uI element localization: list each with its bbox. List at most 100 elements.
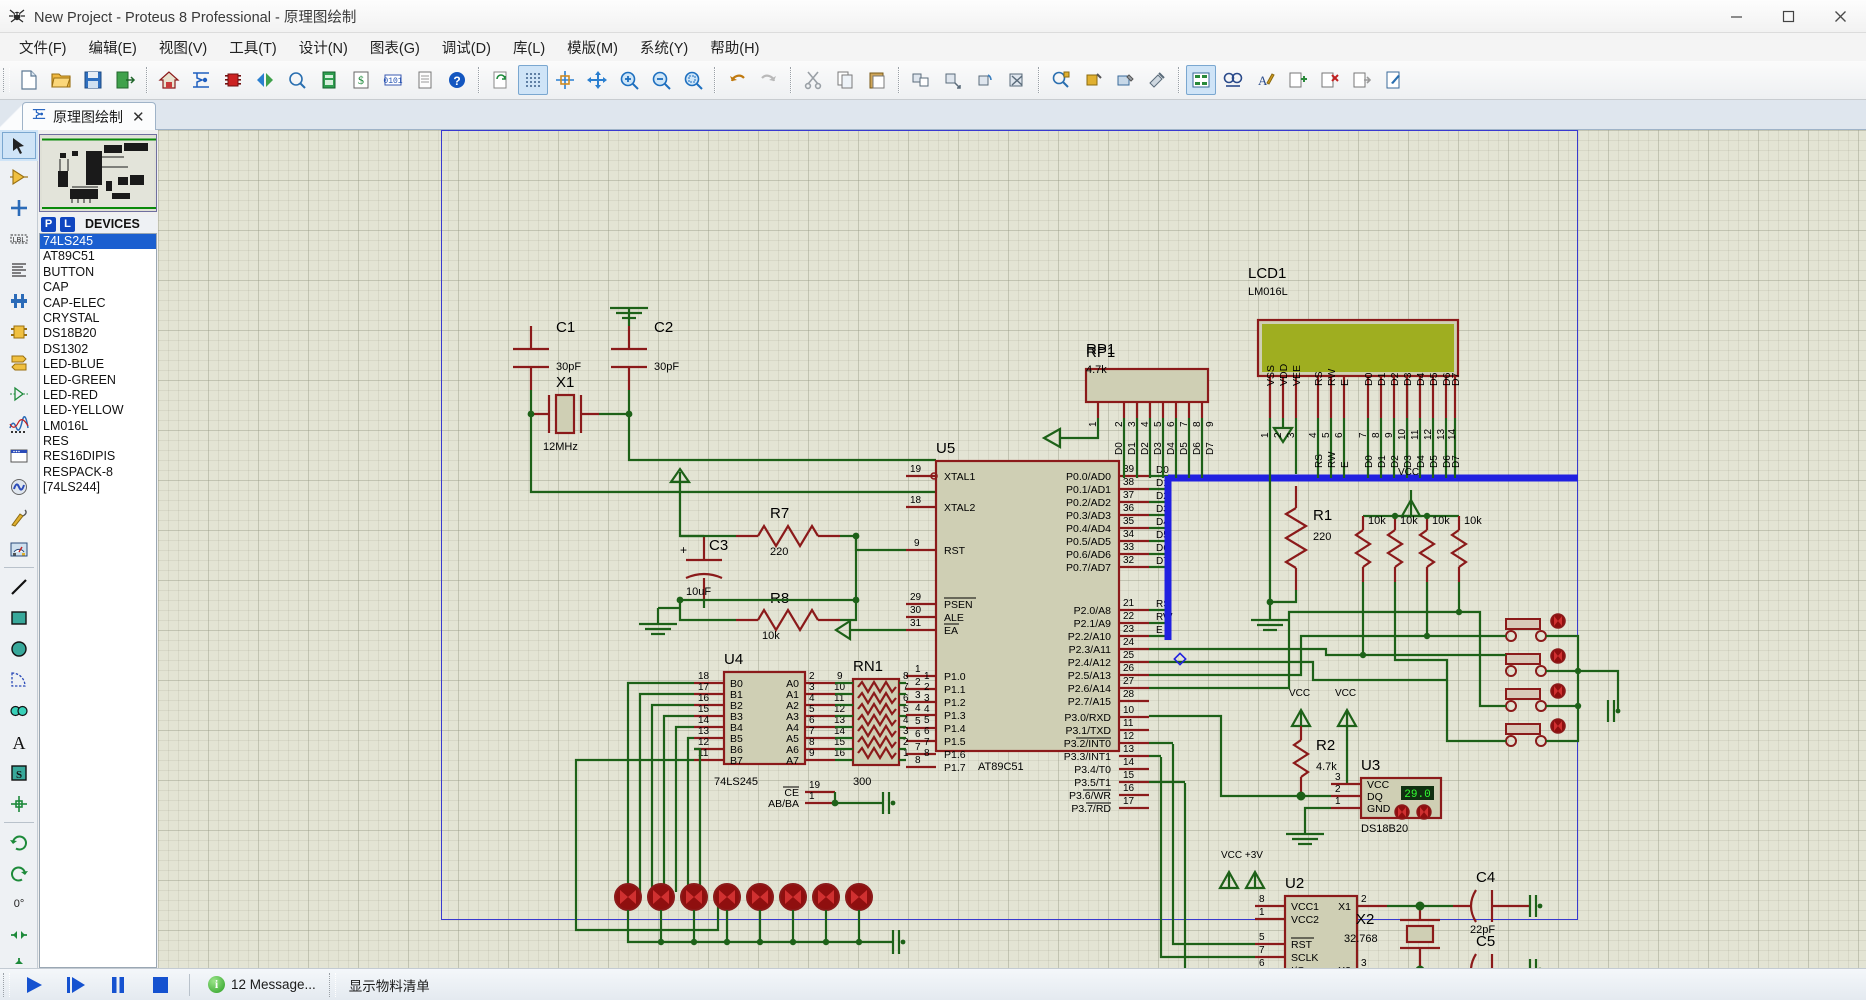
list-item[interactable]: DS18B20 bbox=[40, 326, 156, 341]
list-item[interactable]: LM016L bbox=[40, 419, 156, 434]
virtual-instruments-mode-icon[interactable] bbox=[0, 533, 38, 564]
design-notes-icon[interactable] bbox=[1378, 65, 1408, 95]
save-icon[interactable] bbox=[78, 65, 108, 95]
rotate-anticlockwise-icon[interactable] bbox=[0, 826, 38, 857]
pan-icon[interactable] bbox=[582, 65, 612, 95]
tab-schematic-capture[interactable]: 原理图绘制 ✕ bbox=[22, 102, 156, 130]
play-button[interactable] bbox=[13, 969, 55, 1000]
list-item[interactable]: LED-RED bbox=[40, 388, 156, 403]
toggle-grid-icon[interactable] bbox=[518, 65, 548, 95]
3d-view-icon[interactable] bbox=[250, 65, 280, 95]
list-item[interactable]: [74LS244] bbox=[40, 480, 156, 495]
schematic-capture-icon[interactable] bbox=[186, 65, 216, 95]
line-tool-icon[interactable] bbox=[0, 571, 38, 602]
electrical-rules-check-icon[interactable]: 0101 bbox=[378, 65, 408, 95]
tape-recorder-mode-icon[interactable] bbox=[0, 440, 38, 471]
devices-list[interactable]: 74LS245 AT89C51 BUTTON CAP CAP-ELEC CRYS… bbox=[39, 233, 157, 968]
maximize-button[interactable] bbox=[1762, 0, 1814, 33]
new-sheet-icon[interactable] bbox=[1282, 65, 1312, 95]
search-tag-icon[interactable] bbox=[1218, 65, 1248, 95]
selection-mode-icon[interactable] bbox=[0, 130, 38, 161]
undo-icon[interactable] bbox=[722, 65, 752, 95]
make-device-icon[interactable] bbox=[1078, 65, 1108, 95]
schematic-canvas[interactable]: .w { stroke:#1d6118; stroke-width:2.2; f… bbox=[158, 130, 1866, 968]
list-item[interactable]: 74LS245 bbox=[40, 234, 156, 250]
zoom-out-icon[interactable] bbox=[646, 65, 676, 95]
block-copy-icon[interactable] bbox=[906, 65, 936, 95]
menu-design[interactable]: 设计(N) bbox=[288, 34, 359, 61]
menu-library[interactable]: 库(L) bbox=[502, 34, 556, 61]
terminals-mode-icon[interactable] bbox=[0, 347, 38, 378]
close-button[interactable] bbox=[1814, 0, 1866, 33]
statusbar-gripper[interactable] bbox=[3, 972, 10, 997]
vsm-studio-icon[interactable] bbox=[314, 65, 344, 95]
menu-help[interactable]: 帮助(H) bbox=[699, 34, 770, 61]
block-rotate-icon[interactable] bbox=[970, 65, 1000, 95]
graph-mode-icon[interactable] bbox=[0, 409, 38, 440]
toolbar-gripper[interactable] bbox=[3, 68, 10, 92]
message-status[interactable]: i 12 Message... bbox=[198, 969, 326, 1000]
text-tool-icon[interactable]: A bbox=[0, 726, 38, 757]
step-button[interactable] bbox=[55, 969, 97, 1000]
exit-sheet-icon[interactable] bbox=[1346, 65, 1376, 95]
list-item[interactable]: LED-BLUE bbox=[40, 357, 156, 372]
subcircuit-mode-icon[interactable] bbox=[0, 316, 38, 347]
list-item[interactable]: CAP bbox=[40, 280, 156, 295]
wire-label-mode-icon[interactable]: LBL bbox=[0, 223, 38, 254]
rotation-angle-label[interactable]: 0° bbox=[0, 888, 38, 919]
netlist-report-icon[interactable] bbox=[410, 65, 440, 95]
junction-dot-mode-icon[interactable] bbox=[0, 192, 38, 223]
copy-icon[interactable] bbox=[830, 65, 860, 95]
paste-icon[interactable] bbox=[862, 65, 892, 95]
statusbar-gripper-2[interactable] bbox=[328, 972, 336, 997]
pick-from-libraries-icon[interactable]: P bbox=[41, 216, 56, 232]
list-item[interactable]: RESPACK-8 bbox=[40, 465, 156, 480]
menu-debug[interactable]: 调试(D) bbox=[431, 34, 502, 61]
marker-tool-icon[interactable] bbox=[0, 788, 38, 819]
close-icon[interactable]: ✕ bbox=[130, 108, 147, 126]
new-file-icon[interactable] bbox=[14, 65, 44, 95]
arc-tool-icon[interactable] bbox=[0, 664, 38, 695]
menu-view[interactable]: 视图(V) bbox=[148, 34, 218, 61]
device-pins-mode-icon[interactable] bbox=[0, 378, 38, 409]
decompose-icon[interactable] bbox=[1142, 65, 1172, 95]
generator-mode-icon[interactable] bbox=[0, 471, 38, 502]
list-item[interactable]: RES16DIPIS bbox=[40, 449, 156, 464]
menu-edit[interactable]: 编辑(E) bbox=[78, 34, 148, 61]
export-icon[interactable] bbox=[110, 65, 140, 95]
text-script-mode-icon[interactable] bbox=[0, 254, 38, 285]
pause-button[interactable] bbox=[97, 969, 139, 1000]
remove-sheet-icon[interactable] bbox=[1314, 65, 1344, 95]
list-item[interactable]: CRYSTAL bbox=[40, 311, 156, 326]
cut-icon[interactable] bbox=[798, 65, 828, 95]
mirror-horizontal-icon[interactable] bbox=[0, 919, 38, 950]
block-move-icon[interactable] bbox=[938, 65, 968, 95]
bill-of-materials-icon[interactable]: $ bbox=[346, 65, 376, 95]
home-icon[interactable] bbox=[154, 65, 184, 95]
voltage-probe-mode-icon[interactable] bbox=[0, 502, 38, 533]
menu-file[interactable]: 文件(F) bbox=[8, 34, 78, 61]
property-assignment-icon[interactable]: A bbox=[1250, 65, 1280, 95]
zoom-in-icon[interactable] bbox=[614, 65, 644, 95]
zoom-area-icon[interactable] bbox=[678, 65, 708, 95]
list-item[interactable]: LED-GREEN bbox=[40, 373, 156, 388]
symbol-tool-icon[interactable]: S bbox=[0, 757, 38, 788]
box-tool-icon[interactable] bbox=[0, 602, 38, 633]
list-item[interactable]: AT89C51 bbox=[40, 249, 156, 264]
closed-path-tool-icon[interactable] bbox=[0, 695, 38, 726]
list-item[interactable]: DS1302 bbox=[40, 342, 156, 357]
list-item[interactable]: CAP-ELEC bbox=[40, 296, 156, 311]
open-folder-icon[interactable] bbox=[46, 65, 76, 95]
buses-mode-icon[interactable] bbox=[0, 285, 38, 316]
menu-system[interactable]: 系统(Y) bbox=[629, 34, 699, 61]
list-item[interactable]: LED-YELLOW bbox=[40, 403, 156, 418]
circle-tool-icon[interactable] bbox=[0, 633, 38, 664]
library-manager-icon[interactable]: L bbox=[60, 216, 75, 232]
wire-label-icon[interactable] bbox=[1186, 65, 1216, 95]
list-item[interactable]: RES bbox=[40, 434, 156, 449]
schematic-overview-preview[interactable] bbox=[39, 134, 157, 212]
design-explorer-icon[interactable] bbox=[282, 65, 312, 95]
redo-icon[interactable] bbox=[754, 65, 784, 95]
list-item[interactable]: BUTTON bbox=[40, 265, 156, 280]
packaging-tool-icon[interactable] bbox=[1110, 65, 1140, 95]
